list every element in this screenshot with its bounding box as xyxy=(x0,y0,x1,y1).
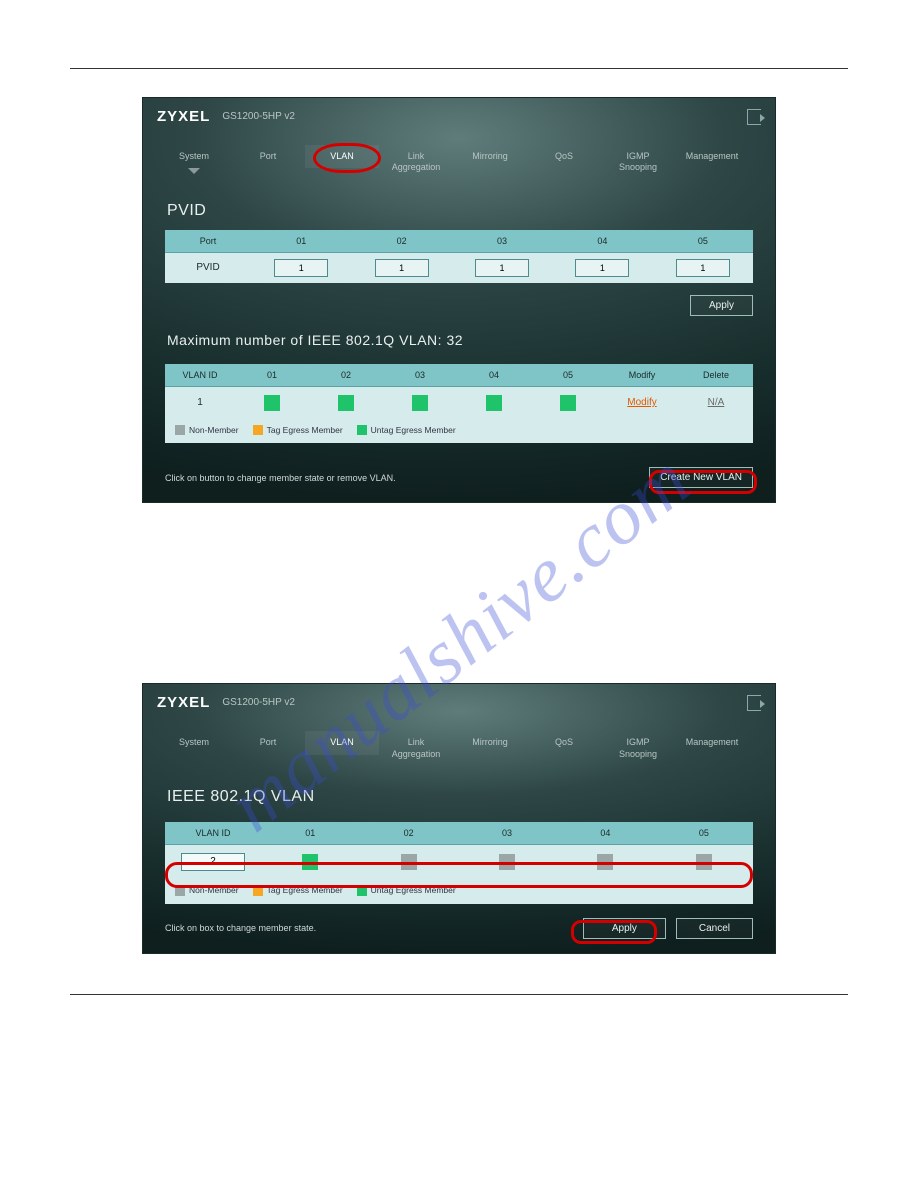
vlan-port-03-state[interactable] xyxy=(412,395,428,411)
tab2-port[interactable]: Port xyxy=(231,731,305,754)
tab-system[interactable]: System xyxy=(157,145,231,168)
brand-logo: ZYXEL xyxy=(157,108,210,125)
panel1-footer: Click on button to change member state o… xyxy=(143,453,775,502)
panel2-title: IEEE 802.1Q VLAN xyxy=(143,772,775,816)
legend-untag-swatch xyxy=(357,425,367,435)
nav-tabs-2: System Port VLAN Link Aggregation Mirror… xyxy=(143,717,775,772)
legend2-nonmember-swatch xyxy=(175,886,185,896)
footer-hint: Click on button to change member state o… xyxy=(165,473,396,483)
vlan-header-03: 03 xyxy=(383,364,457,386)
legend-nonmember-swatch xyxy=(175,425,185,435)
pvid-card: Port 01 02 03 04 05 PVID xyxy=(165,230,753,283)
vlan2-header-05: 05 xyxy=(655,822,753,844)
vlan2-port-05-state[interactable] xyxy=(696,854,712,870)
legend-tag-label: Tag Egress Member xyxy=(267,425,343,435)
vlan-port-04-state[interactable] xyxy=(486,395,502,411)
vlan-delete-na: N/A xyxy=(708,397,725,408)
legend-tag-swatch xyxy=(253,425,263,435)
create-new-vlan-button[interactable]: Create New VLAN xyxy=(649,467,753,488)
legend2-nonmember-label: Non-Member xyxy=(189,885,239,895)
legend2-untag-label: Untag Egress Member xyxy=(371,885,456,895)
tab2-igmp-snooping[interactable]: IGMP Snooping xyxy=(601,731,675,766)
vlan2-id-input[interactable] xyxy=(181,853,245,871)
model-label: GS1200-5HP v2 xyxy=(222,111,295,122)
panel2-footer: Click on box to change member state. App… xyxy=(143,904,775,953)
pvid-title: PVID xyxy=(143,186,775,230)
logout-icon[interactable] xyxy=(747,109,761,125)
vlan-max-title: Maximum number of IEEE 802.1Q VLAN: 32 xyxy=(143,316,775,358)
tab-port[interactable]: Port xyxy=(231,145,305,168)
vlan-header-id: VLAN ID xyxy=(165,364,235,386)
tab2-link-aggregation[interactable]: Link Aggregation xyxy=(379,731,453,766)
vlan-legend: Non-Member Tag Egress Member Untag Egres… xyxy=(165,419,753,444)
vlan-port-05-state[interactable] xyxy=(560,395,576,411)
pvid-input-01[interactable] xyxy=(274,259,328,277)
vlan-port-02-state[interactable] xyxy=(338,395,354,411)
vlan2-port-02-state[interactable] xyxy=(401,854,417,870)
vlan2-port-04-state[interactable] xyxy=(597,854,613,870)
tab-vlan[interactable]: VLAN xyxy=(305,145,379,168)
panel2-header: ZYXEL GS1200-5HP v2 xyxy=(143,684,775,717)
pvid-input-05[interactable] xyxy=(676,259,730,277)
pvid-col-03: 03 xyxy=(452,230,552,252)
vlan-header-delete: Delete xyxy=(679,364,753,386)
pvid-input-03[interactable] xyxy=(475,259,529,277)
tab2-qos[interactable]: QoS xyxy=(527,731,601,754)
vlan2-header-id: VLAN ID xyxy=(165,822,261,844)
tab2-management[interactable]: Management xyxy=(675,731,749,754)
panel-header: ZYXEL GS1200-5HP v2 xyxy=(143,98,775,131)
vlan-header-modify: Modify xyxy=(605,364,679,386)
model-label-2: GS1200-5HP v2 xyxy=(222,697,295,708)
pvid-input-02[interactable] xyxy=(375,259,429,277)
tab2-system[interactable]: System xyxy=(157,731,231,754)
vlan-card: VLAN ID 01 02 03 04 05 Modify Delete 1 M… xyxy=(165,364,753,444)
vlan-header-05: 05 xyxy=(531,364,605,386)
tab-qos[interactable]: QoS xyxy=(527,145,601,168)
legend2-tag-label: Tag Egress Member xyxy=(267,885,343,895)
tab2-vlan[interactable]: VLAN xyxy=(305,731,379,754)
pvid-row-label: PVID xyxy=(165,256,251,279)
vlan2-card: VLAN ID 01 02 03 04 05 Non-Member Tag Eg… xyxy=(165,822,753,904)
panel2-cancel-button[interactable]: Cancel xyxy=(676,918,753,939)
vlan2-row xyxy=(165,845,753,879)
legend-untag-label: Untag Egress Member xyxy=(371,425,456,435)
vlan-row-id: 1 xyxy=(165,389,235,416)
vlan-row-1: 1 Modify N/A xyxy=(165,387,753,419)
tab-link-aggregation[interactable]: Link Aggregation xyxy=(379,145,453,180)
legend2-tag-swatch xyxy=(253,886,263,896)
logout-icon-2[interactable] xyxy=(747,695,761,711)
vlan-header-04: 04 xyxy=(457,364,531,386)
pvid-col-04: 04 xyxy=(552,230,652,252)
vlan2-header-04: 04 xyxy=(556,822,654,844)
legend-nonmember-label: Non-Member xyxy=(189,425,239,435)
pvid-apply-button[interactable]: Apply xyxy=(690,295,753,316)
pvid-col-02: 02 xyxy=(351,230,451,252)
pvid-col-01: 01 xyxy=(251,230,351,252)
brand-logo-2: ZYXEL xyxy=(157,694,210,711)
tab-igmp-snooping[interactable]: IGMP Snooping xyxy=(601,145,675,180)
vlan-panel-1: ZYXEL GS1200-5HP v2 System Port VLAN Lin… xyxy=(142,97,776,503)
vlan2-legend: Non-Member Tag Egress Member Untag Egres… xyxy=(165,879,753,904)
panel2-hint: Click on box to change member state. xyxy=(165,923,316,933)
legend2-untag-swatch xyxy=(357,886,367,896)
vlan2-port-01-state[interactable] xyxy=(302,854,318,870)
vlan-modify-link[interactable]: Modify xyxy=(627,397,656,408)
vlan2-header-02: 02 xyxy=(359,822,457,844)
vlan2-port-03-state[interactable] xyxy=(499,854,515,870)
tab2-mirroring[interactable]: Mirroring xyxy=(453,731,527,754)
vlan2-header-01: 01 xyxy=(261,822,359,844)
vlan2-header-03: 03 xyxy=(458,822,556,844)
panel2-apply-button[interactable]: Apply xyxy=(583,918,666,939)
vlan-header-02: 02 xyxy=(309,364,383,386)
vlan-header-01: 01 xyxy=(235,364,309,386)
pvid-col-05: 05 xyxy=(653,230,753,252)
tab-mirroring[interactable]: Mirroring xyxy=(453,145,527,168)
vlan-panel-2: ZYXEL GS1200-5HP v2 System Port VLAN Lin… xyxy=(142,683,776,953)
vlan-port-01-state[interactable] xyxy=(264,395,280,411)
tab-management[interactable]: Management xyxy=(675,145,749,168)
nav-tabs: System Port VLAN Link Aggregation Mirror… xyxy=(143,131,775,186)
pvid-port-header: Port xyxy=(165,230,251,252)
pvid-input-04[interactable] xyxy=(575,259,629,277)
